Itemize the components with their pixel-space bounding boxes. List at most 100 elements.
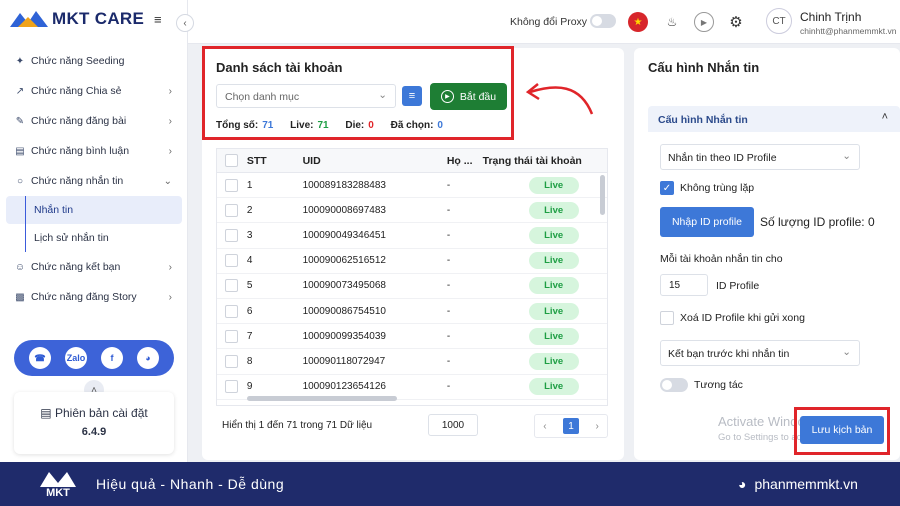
row-checkbox[interactable] bbox=[225, 228, 239, 242]
sidebar-item-seeding[interactable]: ✦ Chức năng Seeding bbox=[0, 46, 188, 76]
globe-icon[interactable]: ◕ bbox=[137, 347, 159, 369]
cell-stt: 9 bbox=[246, 381, 253, 393]
row-checkbox[interactable] bbox=[225, 279, 239, 293]
message-config-panel: Cấu hình Nhắn tin Cấu hình Nhắn tin ˄ Nh… bbox=[634, 48, 900, 460]
sidebar-item-add-friend[interactable]: ☺ Chức năng kết bạn › bbox=[0, 252, 188, 282]
chevron-down-icon: ⌄ bbox=[163, 175, 172, 187]
chevron-right-icon: › bbox=[168, 115, 172, 127]
cell-name: - bbox=[446, 229, 451, 241]
row-checkbox[interactable] bbox=[225, 304, 239, 318]
message-type-select[interactable]: Nhắn tin theo ID Profile ⌄ bbox=[660, 144, 860, 170]
sidebar-item-story[interactable]: ▩ Chức năng đăng Story › bbox=[0, 282, 188, 312]
interact-toggle[interactable] bbox=[660, 378, 688, 392]
sidebar-item-label: Chức năng kết bạn bbox=[31, 261, 121, 273]
row-checkbox[interactable] bbox=[225, 380, 239, 394]
collapse-sidebar-button[interactable]: ‹ bbox=[176, 14, 194, 32]
cell-uid: 100090123654126 bbox=[302, 381, 386, 393]
prev-page-icon[interactable]: ‹ bbox=[543, 421, 546, 432]
delete-after-send-checkbox[interactable] bbox=[660, 311, 674, 325]
next-page-icon[interactable]: › bbox=[595, 421, 598, 432]
per-account-label: Mỗi tài khoản nhắn tin cho bbox=[660, 253, 783, 265]
sidebar-item-label: Chức năng nhắn tin bbox=[31, 175, 124, 187]
cell-uid: 100090086754510 bbox=[302, 305, 386, 317]
vietnam-flag-icon[interactable]: ★ bbox=[628, 12, 648, 32]
support-icon[interactable]: ☎ bbox=[29, 347, 51, 369]
cell-uid: 100089183288483 bbox=[302, 179, 386, 191]
sidebar-item-message[interactable]: ○ Chức năng nhắn tin ⌄ bbox=[0, 166, 188, 196]
column-header[interactable]: STT bbox=[247, 155, 303, 167]
cell-stt: 3 bbox=[246, 229, 253, 241]
status-badge: Live bbox=[528, 378, 579, 396]
row-checkbox[interactable] bbox=[225, 354, 239, 368]
sidebar-item-post[interactable]: ✎ Chức năng đăng bài › bbox=[0, 106, 188, 136]
row-checkbox[interactable] bbox=[225, 254, 239, 268]
post-icon: ✎ bbox=[15, 115, 25, 127]
status-badge: Live bbox=[528, 201, 579, 219]
play-icon[interactable]: ▶ bbox=[694, 12, 714, 32]
sidebar-item-label: Chức năng đăng Story bbox=[31, 291, 137, 303]
profile-count-label: Số lượng ID profile: 0 bbox=[760, 215, 875, 229]
mkt-logo-icon bbox=[10, 11, 48, 27]
table-row[interactable]: 8 100090118072947 - Live bbox=[217, 349, 607, 375]
cell-name: - bbox=[446, 255, 451, 267]
cell-uid: 100090049346451 bbox=[302, 229, 386, 241]
avatar[interactable]: CT bbox=[766, 8, 792, 34]
proxy-toggle[interactable] bbox=[590, 14, 616, 28]
account-table: STT UID Họ ... Trạng thái tài khoản 1 100… bbox=[216, 148, 608, 406]
row-checkbox[interactable] bbox=[225, 178, 239, 192]
topbar: Không đổi Proxy ★ ♨ ▶ ⚙ CT Chinh Trịnh c… bbox=[188, 0, 900, 44]
banner-logo-text: MKT bbox=[46, 487, 70, 499]
select-all-checkbox[interactable] bbox=[225, 154, 239, 167]
no-duplicate-checkbox[interactable]: ✓ bbox=[660, 181, 674, 195]
table-row[interactable]: 2 100090008697483 - Live bbox=[217, 198, 607, 224]
sidebar-subitem-message-history[interactable]: Lịch sử nhắn tin bbox=[0, 224, 188, 252]
status-badge: Live bbox=[528, 327, 579, 345]
zalo-icon[interactable]: Zalo bbox=[65, 347, 87, 369]
sidebar: MKT CARE ≡ ✦ Chức năng Seeding ↗ Chức nă… bbox=[0, 0, 188, 462]
version-number: 6.4.9 bbox=[81, 426, 107, 438]
sidebar-item-comment[interactable]: ▤ Chức năng bình luận › bbox=[0, 136, 188, 166]
table-row[interactable]: 5 100090073495068 - Live bbox=[217, 274, 607, 299]
cell-uid: 100090118072947 bbox=[302, 355, 386, 367]
table-footer-text: Hiển thị 1 đến 71 trong 71 Dữ liệu bbox=[222, 420, 373, 431]
table-row[interactable]: 1 100089183288483 - Live bbox=[217, 173, 607, 199]
status-badge: Live bbox=[528, 252, 579, 270]
cell-name: - bbox=[446, 381, 451, 393]
vertical-scrollbar[interactable] bbox=[600, 175, 605, 215]
sidebar-subitem-message[interactable]: Nhắn tin bbox=[6, 196, 182, 224]
highlight-box bbox=[794, 407, 890, 455]
horizontal-scrollbar[interactable] bbox=[247, 396, 397, 401]
import-id-profile-button[interactable]: Nhập ID profile bbox=[660, 207, 754, 237]
bell-icon[interactable]: ♨ bbox=[662, 12, 682, 32]
gear-icon[interactable]: ⚙ bbox=[726, 12, 746, 32]
no-duplicate-label: Không trùng lặp bbox=[680, 182, 755, 194]
row-checkbox[interactable] bbox=[225, 329, 239, 343]
sidebar-item-label: Chức năng Chia sẻ bbox=[31, 85, 122, 97]
share-icon: ↗ bbox=[15, 85, 25, 97]
pagination: ‹ 1 › bbox=[534, 414, 608, 438]
facebook-icon[interactable]: f bbox=[101, 347, 123, 369]
sidebar-item-share[interactable]: ↗ Chức năng Chia sẻ › bbox=[0, 76, 188, 106]
cell-stt: 4 bbox=[246, 255, 253, 267]
sidebar-nav: ✦ Chức năng Seeding ↗ Chức năng Chia sẻ … bbox=[0, 46, 188, 312]
table-row[interactable]: 4 100090062516512 - Live bbox=[217, 249, 607, 274]
current-page[interactable]: 1 bbox=[563, 418, 579, 434]
table-header: STT UID Họ ... Trạng thái tài khoản bbox=[217, 149, 607, 173]
friend-option-select[interactable]: Kết bạn trước khi nhắn tin ⌄ bbox=[660, 340, 860, 366]
sidebar-item-label: Chức năng Seeding bbox=[31, 55, 125, 67]
cell-uid: 100090073495068 bbox=[302, 280, 386, 292]
column-header[interactable]: Trạng thái tài khoản bbox=[483, 155, 607, 167]
row-checkbox[interactable] bbox=[225, 203, 239, 217]
column-header[interactable]: Họ ... bbox=[447, 155, 483, 167]
column-header[interactable]: UID bbox=[303, 155, 447, 167]
table-row[interactable]: 6 100090086754510 - Live bbox=[217, 299, 607, 325]
table-row[interactable]: 3 100090049346451 - Live bbox=[217, 223, 607, 249]
hamburger-menu-icon[interactable]: ≡ bbox=[154, 12, 162, 27]
per-account-input[interactable]: 15 bbox=[660, 274, 708, 296]
page-size-input[interactable]: 1000 bbox=[428, 414, 478, 436]
cell-name: - bbox=[446, 280, 451, 292]
sidebar-subitem-label: Lịch sử nhắn tin bbox=[34, 232, 109, 244]
config-accordion-header[interactable]: Cấu hình Nhắn tin ˄ bbox=[648, 106, 900, 132]
table-row[interactable]: 7 100090099354039 - Live bbox=[217, 324, 607, 350]
user-email: chinhtt@phanmemmkt.vn bbox=[800, 26, 897, 36]
